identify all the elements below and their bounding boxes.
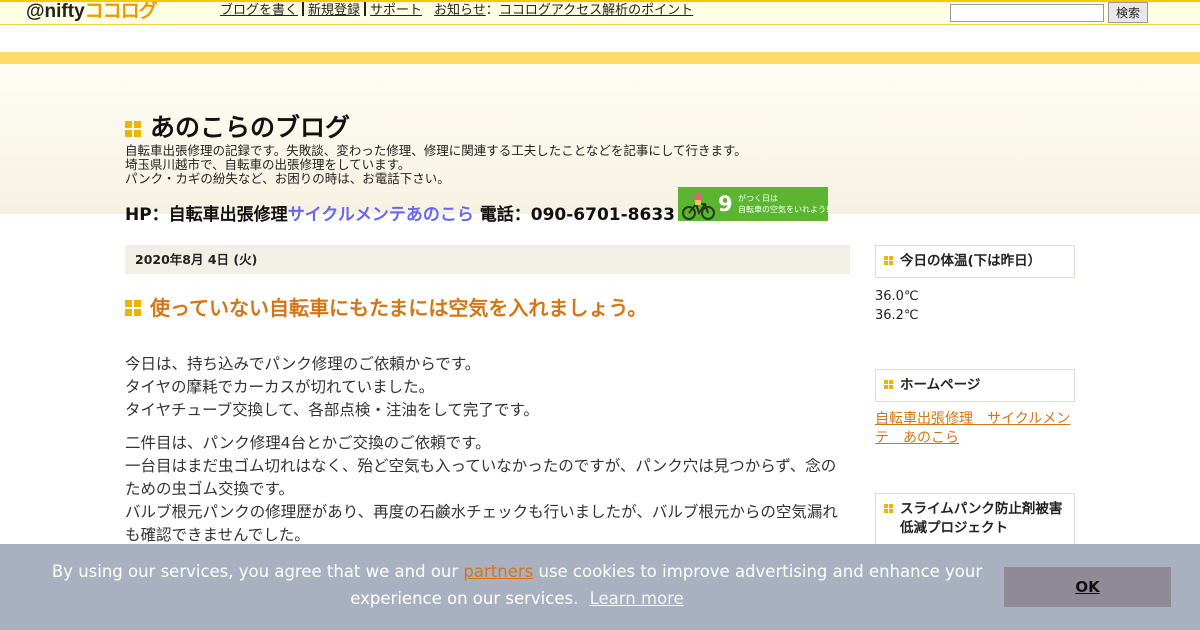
post-line: 二件目は、パンク修理4台とかご交換のご依頼です。	[125, 434, 491, 452]
banner-text-line: 自転車の空気をいれよう!	[738, 205, 828, 214]
post-line: バルブ根元パンクの修理歴があり、再度の石鹸水チェックも行いましたが、バルブ根元か…	[125, 503, 838, 544]
cookie-ok-button[interactable]: OK	[1004, 567, 1171, 607]
temperature-values: 36.0℃ 36.2℃	[875, 287, 919, 325]
write-blog-link[interactable]: ブログを書く	[220, 3, 298, 18]
squares-icon	[125, 121, 141, 137]
sidebar-slime-heading: スライムパンク防止剤被害低減プロジェクト	[875, 493, 1075, 545]
post-date: 2020年8月 4日 (火)	[125, 245, 850, 274]
post-line: 一台目はまだ虫ゴム切れはなく、殆ど空気も入っていなかったのですが、パンク穴は見つ…	[125, 457, 837, 498]
temperature-yesterday: 36.2℃	[875, 308, 919, 323]
nifty-top-bar: @niftyココログ ブログを書く 新規登録 サポート お知らせ：ココログアクセス解析…	[0, 0, 1200, 25]
post-body: 今日は、持ち込みでパンク修理のご依頼からです。 タイヤの摩耗でカーカスが切れてい…	[125, 353, 850, 557]
air-day-banner[interactable]: 9 がつく日は 自転車の空気をいれよう!	[678, 187, 828, 221]
sidebar-heading-text: 今日の体温(下は昨日）	[900, 253, 1042, 269]
logo-nifty-text: @nifty	[26, 1, 85, 22]
phone-number: 電話：090-6701-8633	[479, 205, 675, 225]
post-line: 今日は、持ち込みでパンク修理のご依頼からです。	[125, 355, 481, 373]
sidebar-heading-text: ホームページ	[900, 377, 981, 393]
news-colon: ：	[485, 3, 499, 18]
logo-cocolog-text: ココログ	[84, 1, 158, 22]
cookie-text-before: By using our services, you agree that we…	[51, 562, 459, 581]
squares-icon	[125, 300, 141, 316]
hp-prefix: HP：自転車出張修理	[125, 205, 288, 225]
sidebar-heading-text: スライムパンク防止剤被害低減プロジェクト	[900, 501, 1063, 536]
temperature-today: 36.0℃	[875, 289, 919, 304]
cookie-message: By using our services, you agree that we…	[40, 558, 994, 612]
post-paragraph: 二件目は、パンク修理4台とかご交換のご依頼です。 一台目はまだ虫ゴム切れはなく、…	[125, 432, 850, 547]
squares-icon	[884, 380, 894, 390]
post-title[interactable]: 使っていない自転車にもたまには空気を入れましょう。	[150, 296, 647, 320]
post-title-block: 使っていない自転車にもたまには空気を入れましょう。	[125, 296, 647, 320]
cookie-learn-more-link[interactable]: Learn more	[590, 589, 684, 608]
nav-divider	[364, 2, 367, 16]
cookie-consent-banner: By using our services, you agree that we…	[0, 544, 1200, 630]
support-link[interactable]: サポート	[370, 3, 422, 18]
sidebar-temperature-heading: 今日の体温(下は昨日）	[875, 245, 1075, 278]
banner-text-line: がつく日は	[738, 194, 778, 203]
nifty-cocolog-logo[interactable]: @niftyココログ	[26, 1, 158, 23]
banner-text: がつく日は 自転車の空気をいれよう!	[738, 193, 828, 215]
header-yellow-band	[0, 52, 1200, 64]
squares-icon	[884, 256, 894, 266]
blog-description-line: パンク・カギの紛失など、お困りの時は、お電話下さい。	[125, 171, 450, 186]
sidebar-homepage-heading: ホームページ	[875, 369, 1075, 402]
cookie-partners-link[interactable]: partners	[463, 562, 533, 581]
blog-title[interactable]: あのこらのブログ	[150, 114, 350, 142]
hp-link[interactable]: サイクルメンテあのこら	[288, 205, 474, 225]
search-button[interactable]: 検索	[1108, 2, 1148, 23]
banner-number: 9	[718, 192, 733, 216]
news-item-link[interactable]: ココログアクセス解析のポイント	[499, 3, 693, 18]
news-link[interactable]: お知らせ	[434, 3, 486, 18]
blog-description-line: 自転車出張修理の記録です。失敗談、変わった修理、修理に関連する工夫したことなどを…	[125, 143, 747, 158]
nav-divider	[302, 2, 305, 16]
bicycle-icon	[682, 193, 715, 220]
register-link[interactable]: 新規登録	[308, 3, 360, 18]
blog-title-block: あのこらのブログ	[125, 114, 350, 142]
blog-description-line: 埼玉県川越市で、自転車の出張修理をしています。	[125, 157, 411, 172]
post-paragraph: 今日は、持ち込みでパンク修理のご依頼からです。 タイヤの摩耗でカーカスが切れてい…	[125, 353, 850, 422]
post-line: タイヤチューブ交換して、各部点検・注油をして完了です。	[125, 401, 539, 419]
top-nav: ブログを書く 新規登録 サポート お知らせ：ココログアクセス解析のポイント	[220, 2, 693, 20]
squares-icon	[884, 504, 894, 514]
homepage-phone-line: HP：自転車出張修理サイクルメンテあのこら 電話：090-6701-8633	[125, 204, 675, 226]
post-line: タイヤの摩耗でカーカスが切れていました。	[125, 378, 435, 396]
homepage-link[interactable]: 自転車出張修理 サイクルメンテ あのこら	[875, 410, 1075, 448]
blog-description: 自転車出張修理の記録です。失敗談、変わった修理、修理に関連する工夫したことなどを…	[125, 144, 747, 186]
search-input[interactable]	[950, 4, 1104, 22]
